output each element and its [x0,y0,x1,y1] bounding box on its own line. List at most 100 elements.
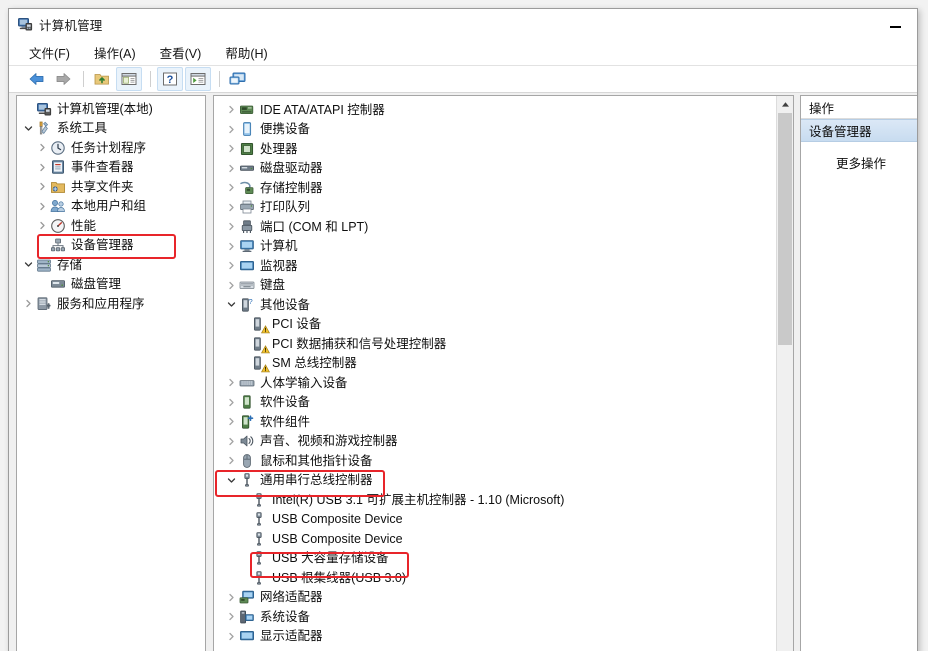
device-row-mice[interactable]: 鼠标和其他指针设备 [214,451,793,471]
device-row-sound-video-game[interactable]: 声音、视频和游戏控制器 [214,432,793,452]
device-row-pci-device[interactable]: PCI 设备 [214,315,793,335]
device-row-portable[interactable]: 便携设备 [214,120,793,140]
chevron-right-icon[interactable] [224,125,239,134]
chevron-down-icon[interactable] [21,260,36,269]
minimize-button[interactable] [873,9,917,39]
device-row-label: IDE ATA/ATAPI 控制器 [260,102,385,117]
menu-help[interactable]: 帮助(H) [225,43,267,62]
tree-item-event-viewer[interactable]: 事件查看器 [17,158,205,178]
device-row-label: USB Composite Device [272,531,403,546]
device-row-other-devices[interactable]: ? 其他设备 [214,295,793,315]
device-row-usb-controllers[interactable]: 通用串行总线控制器 [214,471,793,491]
device-row-processor[interactable]: 处理器 [214,139,793,159]
chevron-down-icon[interactable] [224,300,239,309]
svg-text:?: ? [167,74,174,86]
chevron-right-icon[interactable] [224,105,239,114]
menu-file[interactable]: 文件(F) [29,43,70,62]
chevron-right-icon[interactable] [224,378,239,387]
chevron-right-icon[interactable] [224,242,239,251]
tree-item-computer-management[interactable]: 计算机管理(本地) [17,99,205,119]
scroll-up-button[interactable] [777,96,793,113]
device-row-label: 便携设备 [260,122,311,136]
device-row-computer[interactable]: 计算机 [214,237,793,257]
device-row-pci-data-acquisition[interactable]: PCI 数据捕获和信号处理控制器 [214,334,793,354]
chevron-right-icon[interactable] [224,632,239,641]
device-row-sm-bus-controller[interactable]: SM 总线控制器 [214,354,793,374]
device-row-usb-composite-1[interactable]: USB Composite Device [214,510,793,530]
tree-item-shared-folders[interactable]: 共享文件夹 [17,177,205,197]
chevron-right-icon[interactable] [35,221,50,230]
up-folder-button[interactable] [90,68,114,90]
action-pane-toggle-button[interactable] [185,67,211,91]
forward-button[interactable] [51,68,75,90]
device-row-print-queues[interactable]: 打印队列 [214,198,793,218]
device-row-ports[interactable]: 端口 (COM 和 LPT) [214,217,793,237]
action-pane-selected-item[interactable]: 设备管理器 [801,119,917,142]
help-icon: ? [163,72,177,86]
chevron-right-icon[interactable] [35,143,50,152]
chevron-down-icon[interactable] [21,124,36,133]
device-row-display-adapters[interactable]: 显示适配器 [214,627,793,647]
chevron-right-icon[interactable] [35,202,50,211]
help-button[interactable]: ? [157,67,183,91]
chevron-right-icon[interactable] [224,203,239,212]
chevron-right-icon[interactable] [224,281,239,290]
tree-item-disk-management[interactable]: 磁盘管理 [17,275,205,295]
event-log-icon [50,159,66,175]
tree-item-performance[interactable]: 性能 [17,216,205,236]
chevron-right-icon[interactable] [224,261,239,270]
device-row-label: 监视器 [260,258,298,273]
tree-item-task-scheduler[interactable]: 任务计划程序 [17,138,205,158]
toolbar-separator-3 [219,71,220,87]
action-pane-more-actions[interactable]: 更多操作 [801,151,917,173]
chevron-right-icon[interactable] [35,182,50,191]
chevron-right-icon[interactable] [224,144,239,153]
chevron-right-icon[interactable] [224,437,239,446]
device-row-intel-usb-xhci[interactable]: Intel(R) USB 3.1 可扩展主机控制器 - 1.10 (Micros… [214,490,793,510]
device-row-software-devices[interactable]: 软件设备 [214,393,793,413]
chevron-down-icon[interactable] [224,476,239,485]
device-row-usb-mass-storage[interactable]: USB 大容量存储设备 [214,549,793,569]
device-row-software-components[interactable]: 软件组件 [214,412,793,432]
usb-icon [239,472,255,488]
chevron-right-icon[interactable] [224,593,239,602]
ports-icon [239,219,255,235]
tree-item-system-tools[interactable]: 系统工具 [17,119,205,139]
forward-icon [56,73,71,85]
back-button[interactable] [25,68,49,90]
device-row-system-devices[interactable]: 系统设备 [214,607,793,627]
software-device-icon [239,394,255,410]
device-row-usb-composite-2[interactable]: USB Composite Device [214,529,793,549]
menu-action[interactable]: 操作(A) [94,43,136,62]
usb-icon [251,550,267,566]
sidebar-item-device-manager[interactable]: 设备管理器 [17,236,205,256]
tree-item-services-applications[interactable]: 服务和应用程序 [17,294,205,314]
chevron-right-icon[interactable] [224,183,239,192]
tree-item-storage[interactable]: 存储 [17,255,205,275]
tree-item-local-users-groups[interactable]: 本地用户和组 [17,197,205,217]
usb-icon [251,511,267,527]
tree-item-label: 计算机管理(本地) [57,101,153,116]
properties-button[interactable] [226,68,250,90]
device-row-disk-drives[interactable]: 磁盘驱动器 [214,159,793,179]
chevron-right-icon[interactable] [224,398,239,407]
chevron-right-icon[interactable] [224,612,239,621]
device-row-usb-root-hub[interactable]: USB 根集线器(USB 3.0) [214,568,793,588]
toolbar-separator [83,71,84,87]
chevron-right-icon[interactable] [224,456,239,465]
device-row-keyboards[interactable]: 键盘 [214,276,793,296]
chevron-right-icon[interactable] [21,299,36,308]
chevron-right-icon[interactable] [224,222,239,231]
scrollbar-thumb[interactable] [778,113,792,345]
menu-view[interactable]: 查看(V) [160,43,202,62]
device-row-ide[interactable]: IDE ATA/ATAPI 控制器 [214,100,793,120]
device-row-storage-controllers[interactable]: 存储控制器 [214,178,793,198]
device-row-hid[interactable]: 人体学输入设备 [214,373,793,393]
device-pane-scrollbar[interactable] [776,96,793,651]
chevron-right-icon[interactable] [35,163,50,172]
device-row-network-adapters[interactable]: 网络适配器 [214,588,793,608]
chevron-right-icon[interactable] [224,164,239,173]
console-tree-toggle-button[interactable] [116,67,142,91]
chevron-right-icon[interactable] [224,417,239,426]
device-row-monitors[interactable]: 监视器 [214,256,793,276]
